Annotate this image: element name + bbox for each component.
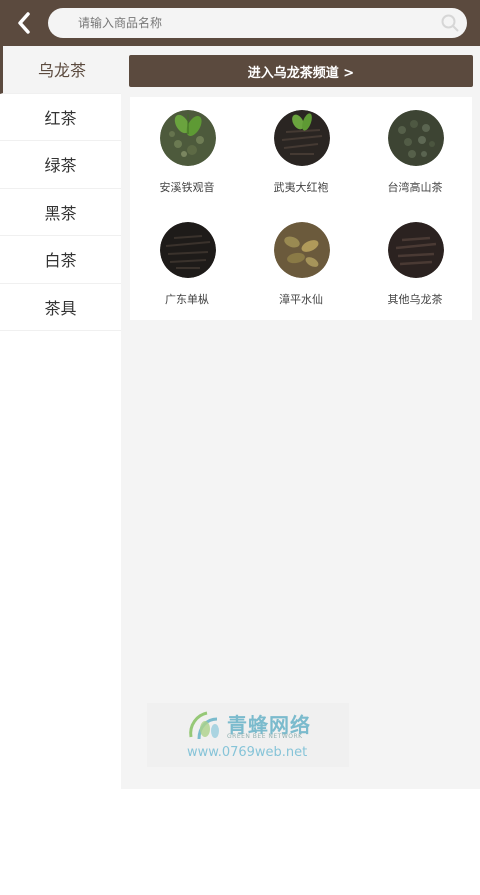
product-label: 漳平水仙 bbox=[279, 293, 323, 306]
sidebar-item-black-tea[interactable]: 红茶 bbox=[0, 94, 121, 141]
sidebar-item-green-tea[interactable]: 绿茶 bbox=[0, 141, 121, 189]
product-label: 武夷大红袍 bbox=[273, 181, 329, 194]
enter-channel-button[interactable]: 进入乌龙茶频道 > bbox=[129, 55, 473, 87]
product-image bbox=[274, 110, 330, 166]
product-image bbox=[388, 222, 444, 278]
product-image bbox=[160, 222, 216, 278]
search-box bbox=[48, 8, 467, 38]
product-item[interactable]: 漳平水仙 bbox=[244, 209, 358, 320]
product-item[interactable]: 其他乌龙茶 bbox=[358, 209, 472, 320]
sidebar-item-oolong[interactable]: 乌龙茶 bbox=[0, 46, 121, 94]
search-icon[interactable] bbox=[441, 14, 459, 32]
product-image bbox=[388, 110, 444, 166]
product-image bbox=[160, 110, 216, 166]
product-label: 台湾高山茶 bbox=[387, 181, 443, 194]
bee-logo-icon bbox=[189, 711, 219, 740]
search-input[interactable] bbox=[78, 8, 428, 38]
sidebar-item-teaware[interactable]: 茶具 bbox=[0, 284, 121, 331]
page: 乌龙茶 红茶 绿茶 黑茶 白茶 茶具 进入乌龙茶频道 > 安溪铁观音 bbox=[0, 0, 480, 895]
product-item[interactable]: 武夷大红袍 bbox=[244, 97, 358, 208]
product-grid: 安溪铁观音 武夷大红袍 台湾高山茶 广东单枞 漳平水仙 其他乌龙茶 bbox=[130, 97, 472, 320]
product-item[interactable]: 广东单枞 bbox=[130, 209, 244, 320]
watermark-subtitle: GREEN BEE NETWORK bbox=[227, 733, 303, 740]
product-label: 其他乌龙茶 bbox=[387, 293, 443, 306]
product-label: 广东单枞 bbox=[165, 293, 209, 306]
chevron-left-icon bbox=[18, 12, 30, 34]
top-bar bbox=[0, 0, 480, 46]
category-sidebar: 乌龙茶 红茶 绿茶 黑茶 白茶 茶具 bbox=[0, 46, 121, 789]
product-image bbox=[274, 222, 330, 278]
blank-footer bbox=[0, 789, 480, 895]
sidebar-item-white-tea[interactable]: 白茶 bbox=[0, 236, 121, 284]
product-label: 安溪铁观音 bbox=[159, 181, 215, 194]
category-content: 进入乌龙茶频道 > 安溪铁观音 武夷大红袍 台湾高山茶 广东单枞 漳平水仙 其他… bbox=[121, 46, 480, 789]
watermark-url: www.0769web.net bbox=[187, 745, 308, 760]
back-button[interactable] bbox=[10, 8, 38, 38]
sidebar-item-dark-tea[interactable]: 黑茶 bbox=[0, 189, 121, 236]
product-item[interactable]: 台湾高山茶 bbox=[358, 97, 472, 208]
product-item[interactable]: 安溪铁观音 bbox=[130, 97, 244, 208]
watermark: 青蜂网络 GREEN BEE NETWORK www.0769web.net bbox=[147, 703, 349, 767]
